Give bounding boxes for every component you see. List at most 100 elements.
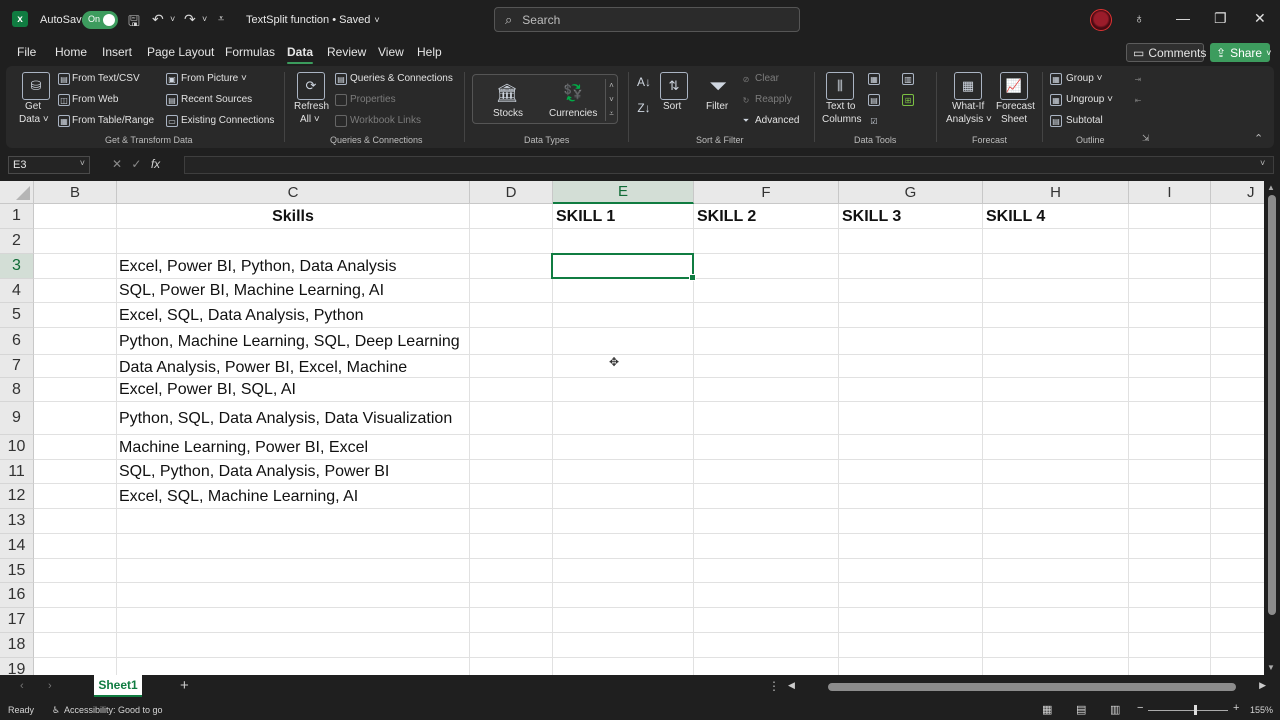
get-data-label-2[interactable]: Data ˅	[19, 114, 49, 125]
sort-za-icon[interactable]: Z↓	[637, 101, 650, 115]
row-header-16[interactable]: 16	[0, 583, 34, 608]
row-header-10[interactable]: 10	[0, 435, 34, 460]
existing-connections-button[interactable]: Existing Connections	[181, 115, 274, 126]
cell-c11[interactable]: SQL, Python, Data Analysis, Power BI	[119, 460, 389, 484]
column-header-i[interactable]: I	[1129, 181, 1211, 204]
tab-review[interactable]: Review	[327, 45, 366, 59]
recent-sources-button[interactable]: Recent Sources	[181, 94, 252, 105]
column-header-e[interactable]: E	[553, 181, 694, 204]
select-all-button[interactable]	[0, 181, 34, 204]
cell-c6[interactable]: Python, Machine Learning, SQL, Deep Lear…	[119, 328, 460, 355]
cell-c10[interactable]: Machine Learning, Power BI, Excel	[119, 435, 368, 460]
sort-icon[interactable]: ⇅	[660, 72, 688, 100]
refresh-all-label-2[interactable]: All ˅	[300, 114, 320, 125]
cell-c5[interactable]: Excel, SQL, Data Analysis, Python	[119, 303, 364, 328]
tab-insert[interactable]: Insert	[102, 45, 132, 59]
comments-button[interactable]: ▭ Comments	[1126, 43, 1206, 62]
row-header-17[interactable]: 17	[0, 608, 34, 633]
zoom-level[interactable]: 155%	[1250, 705, 1273, 715]
save-icon[interactable]: 🖫	[128, 11, 140, 35]
redo-icon[interactable]: ↷	[184, 11, 196, 28]
row-header-12[interactable]: 12	[0, 484, 34, 509]
from-picture-button[interactable]: From Picture ˅	[181, 73, 247, 84]
row-header-15[interactable]: 15	[0, 559, 34, 583]
row-header-5[interactable]: 5	[0, 303, 34, 328]
flash-fill-icon[interactable]: ▦	[868, 73, 880, 85]
filter-button[interactable]: Filter	[706, 101, 728, 112]
cell-f1[interactable]: SKILL 2	[697, 204, 837, 229]
zoom-out-icon[interactable]: −	[1137, 702, 1143, 714]
zoom-slider[interactable]	[1148, 710, 1228, 711]
scroll-down-icon[interactable]: ▼	[1267, 663, 1275, 672]
queries-connections-button[interactable]: Queries & Connections	[350, 73, 453, 84]
cell-c1[interactable]: Skills	[117, 204, 469, 229]
row-header-9[interactable]: 9	[0, 402, 34, 435]
column-header-c[interactable]: C	[117, 181, 470, 204]
get-data-label[interactable]: Get	[25, 101, 41, 112]
subtotal-button[interactable]: Subtotal	[1066, 115, 1103, 126]
sheet-tab-sheet1[interactable]: Sheet1	[94, 675, 142, 697]
name-box[interactable]: E3 ˅	[8, 156, 90, 174]
properties-button[interactable]: Properties	[350, 94, 396, 105]
hide-detail-icon[interactable]: ⇤	[1132, 94, 1144, 106]
cell-h1[interactable]: SKILL 4	[986, 204, 1126, 229]
expand-formula-icon[interactable]: ˅	[1260, 158, 1265, 168]
dialog-launcher-icon[interactable]: ⇲	[1142, 133, 1150, 144]
tab-file[interactable]: File	[17, 45, 36, 59]
relationships-icon[interactable]: ⊞	[902, 94, 914, 106]
gallery-scroll-icon[interactable]: ˄ ˅ ⩡	[605, 79, 617, 121]
row-header-2[interactable]: 2	[0, 229, 34, 254]
data-types-gallery[interactable]: 🏛 Stocks 💱 Currencies ˄ ˅ ⩡	[472, 74, 618, 124]
share-button[interactable]: ⇪ Share ˅	[1210, 43, 1271, 62]
page-layout-view-icon[interactable]: ▤	[1076, 703, 1086, 716]
stocks-button[interactable]: Stocks	[493, 108, 523, 119]
add-sheet-icon[interactable]: +	[180, 677, 189, 694]
column-header-d[interactable]: D	[470, 181, 553, 204]
row-header-19[interactable]: 19	[0, 658, 34, 675]
cell-c3[interactable]: Excel, Power BI, Python, Data Analysis	[119, 254, 396, 279]
scrollbar-thumb[interactable]	[828, 683, 1236, 691]
active-cell-e3[interactable]	[551, 253, 696, 281]
filter-icon[interactable]: ⏷	[704, 72, 732, 100]
forecast-sheet-label[interactable]: Forecast	[996, 101, 1035, 112]
prev-sheet-icon[interactable]: ‹	[20, 680, 24, 692]
data-validation-icon[interactable]: ☑	[868, 115, 880, 127]
get-data-icon[interactable]: ⛁	[22, 72, 50, 100]
from-text-csv-button[interactable]: From Text/CSV	[72, 73, 140, 84]
from-web-button[interactable]: From Web	[72, 94, 119, 105]
scrollbar-thumb[interactable]	[1268, 195, 1276, 615]
row-header-7[interactable]: 7	[0, 355, 34, 378]
refresh-icon[interactable]: ⟳	[297, 72, 325, 100]
clear-button[interactable]: Clear	[755, 73, 779, 84]
row-header-3[interactable]: 3	[0, 254, 34, 279]
avatar[interactable]	[1090, 9, 1112, 31]
group-button[interactable]: Group ˅	[1066, 73, 1102, 84]
insert-function-icon[interactable]: fx	[151, 157, 160, 171]
column-header-b[interactable]: B	[34, 181, 117, 204]
tab-data[interactable]: Data	[287, 45, 314, 64]
sort-button[interactable]: Sort	[663, 101, 681, 112]
row-header-14[interactable]: 14	[0, 534, 34, 559]
restore-icon[interactable]: ❐	[1214, 10, 1227, 27]
what-if-icon[interactable]: ▦	[954, 72, 982, 100]
row-header-6[interactable]: 6	[0, 328, 34, 355]
remove-duplicates-icon[interactable]: ▤	[868, 94, 880, 106]
accessibility-status[interactable]: Accessibility: Good to go	[64, 705, 163, 715]
cell-c12[interactable]: Excel, SQL, Machine Learning, AI	[119, 484, 358, 509]
show-detail-icon[interactable]: ⇥	[1132, 73, 1144, 85]
normal-view-icon[interactable]: ▦	[1042, 703, 1052, 716]
consolidate-icon[interactable]: ▥	[902, 73, 914, 85]
scroll-right-icon[interactable]: ▶	[1259, 680, 1266, 691]
spreadsheet-grid[interactable]: B C D E F G H I J 1 2 3 4 5 6 7 8 9 10 1…	[0, 181, 1264, 675]
advanced-button[interactable]: Advanced	[755, 115, 799, 126]
next-sheet-icon[interactable]: ›	[48, 680, 52, 692]
scroll-left-icon[interactable]: ◀	[788, 680, 795, 691]
tab-formulas[interactable]: Formulas	[225, 45, 275, 59]
forecast-sheet-label-2[interactable]: Sheet	[1001, 114, 1027, 125]
row-header-1[interactable]: 1	[0, 204, 34, 229]
cell-c4[interactable]: SQL, Power BI, Machine Learning, AI	[119, 279, 384, 303]
column-header-j[interactable]: J	[1211, 181, 1264, 204]
collapse-ribbon-icon[interactable]: ⌃	[1254, 132, 1263, 145]
cell-c8[interactable]: Excel, Power BI, SQL, AI	[119, 378, 296, 402]
text-to-columns-label[interactable]: Text to	[826, 101, 855, 112]
